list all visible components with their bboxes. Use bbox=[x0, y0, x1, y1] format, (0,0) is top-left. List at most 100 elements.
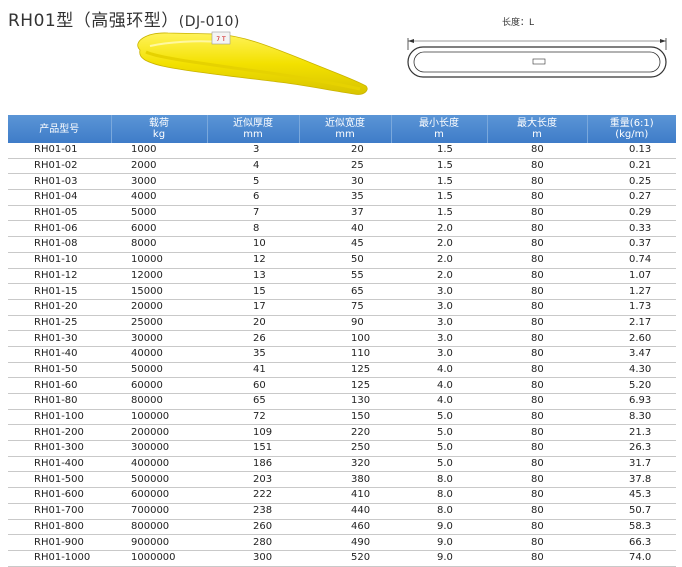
col-header-load: 载荷 kg bbox=[111, 115, 208, 143]
cell-thickness: 151 bbox=[207, 440, 299, 457]
cell-max-length: 80 bbox=[487, 268, 587, 285]
cell-load: 50000 bbox=[111, 362, 207, 379]
cell-min-length: 5.0 bbox=[391, 424, 487, 442]
cell-width: 30 bbox=[299, 173, 391, 191]
cell-min-length: 5.0 bbox=[391, 456, 487, 473]
cell-width: 520 bbox=[299, 550, 391, 567]
cell-thickness: 65 bbox=[207, 393, 299, 410]
cell-width: 220 bbox=[299, 424, 391, 442]
cell-thickness: 26 bbox=[207, 330, 299, 347]
cell-max-length: 80 bbox=[487, 471, 587, 489]
cell-min-length: 1.5 bbox=[391, 158, 487, 175]
cell-load: 80000 bbox=[111, 393, 207, 410]
cell-thickness: 35 bbox=[207, 346, 299, 363]
cell-load: 20000 bbox=[111, 299, 207, 316]
cell-min-length: 3.0 bbox=[391, 299, 487, 316]
cell-model: RH01-15 bbox=[8, 283, 111, 300]
cell-load: 200000 bbox=[111, 424, 207, 442]
cell-max-length: 80 bbox=[487, 205, 587, 222]
cell-width: 110 bbox=[299, 346, 391, 363]
cell-model: RH01-80 bbox=[8, 393, 111, 410]
cell-min-length: 2.0 bbox=[391, 268, 487, 285]
table-row: RH01-01 1000 3 20 1.5 80 0.13 bbox=[8, 143, 676, 159]
cell-min-length: 4.0 bbox=[391, 377, 487, 394]
cell-weight: 5.20 bbox=[587, 377, 676, 394]
cell-thickness: 7 bbox=[207, 205, 299, 222]
cell-weight: 37.8 bbox=[587, 471, 676, 489]
cell-thickness: 5 bbox=[207, 173, 299, 191]
table-row: RH01-15 15000 15 65 3.0 80 1.27 bbox=[8, 283, 676, 300]
cell-max-length: 80 bbox=[487, 377, 587, 394]
table-header-row: 产品型号 载荷 kg 近似厚度 mm 近似宽度 mm 最小长度 m 最大长度 m 重量(6… bbox=[8, 115, 676, 143]
cell-max-length: 80 bbox=[487, 503, 587, 520]
cell-max-length: 80 bbox=[487, 299, 587, 316]
cell-max-length: 80 bbox=[487, 330, 587, 347]
cell-max-length: 80 bbox=[487, 440, 587, 457]
cell-model: RH01-06 bbox=[8, 220, 111, 238]
table-row: RH01-20 20000 17 75 3.0 80 1.73 bbox=[8, 299, 676, 316]
cell-width: 40 bbox=[299, 220, 391, 238]
cell-load: 1000 bbox=[111, 143, 207, 159]
cell-min-length: 9.0 bbox=[391, 550, 487, 567]
cell-max-length: 80 bbox=[487, 236, 587, 253]
cell-weight: 3.47 bbox=[587, 346, 676, 363]
cell-max-length: 80 bbox=[487, 409, 587, 426]
col-header-model: 产品型号 bbox=[8, 115, 112, 143]
cell-model: RH01-30 bbox=[8, 330, 111, 347]
cell-thickness: 109 bbox=[207, 424, 299, 442]
cell-width: 65 bbox=[299, 283, 391, 300]
cell-weight: 58.3 bbox=[587, 519, 676, 536]
cell-weight: 50.7 bbox=[587, 503, 676, 520]
cell-load: 8000 bbox=[111, 236, 207, 253]
cell-thickness: 12 bbox=[207, 252, 299, 269]
cell-width: 100 bbox=[299, 330, 391, 347]
cell-max-length: 80 bbox=[487, 487, 587, 504]
cell-load: 6000 bbox=[111, 220, 207, 238]
cell-thickness: 4 bbox=[207, 158, 299, 175]
cell-thickness: 203 bbox=[207, 471, 299, 489]
cell-model: RH01-02 bbox=[8, 158, 111, 175]
table-row: RH01-800 800000 260 460 9.0 80 58.3 bbox=[8, 519, 676, 536]
cell-load: 300000 bbox=[111, 440, 207, 457]
cell-model: RH01-600 bbox=[8, 487, 111, 504]
cell-load: 600000 bbox=[111, 487, 207, 504]
sling-tag-text: 7 T bbox=[216, 36, 226, 43]
cell-max-length: 80 bbox=[487, 534, 587, 551]
cell-max-length: 80 bbox=[487, 158, 587, 175]
cell-load: 800000 bbox=[111, 519, 207, 536]
cell-min-length: 8.0 bbox=[391, 487, 487, 504]
table-row: RH01-25 25000 20 90 3.0 80 2.17 bbox=[8, 315, 676, 332]
cell-width: 130 bbox=[299, 393, 391, 410]
cell-load: 30000 bbox=[111, 330, 207, 347]
cell-weight: 4.30 bbox=[587, 362, 676, 379]
cell-model: RH01-60 bbox=[8, 377, 111, 394]
cell-model: RH01-40 bbox=[8, 346, 111, 363]
cell-weight: 31.7 bbox=[587, 456, 676, 473]
cell-width: 55 bbox=[299, 268, 391, 285]
cell-model: RH01-500 bbox=[8, 471, 111, 489]
cell-weight: 1.07 bbox=[587, 268, 676, 285]
cell-model: RH01-100 bbox=[8, 409, 111, 426]
cell-weight: 6.93 bbox=[587, 393, 676, 410]
table-row: RH01-12 12000 13 55 2.0 80 1.07 bbox=[8, 268, 676, 285]
cell-model: RH01-08 bbox=[8, 236, 111, 253]
cell-weight: 0.13 bbox=[587, 143, 676, 159]
cell-thickness: 13 bbox=[207, 268, 299, 285]
cell-width: 125 bbox=[299, 362, 391, 379]
cell-weight: 66.3 bbox=[587, 534, 676, 551]
table-row: RH01-700 700000 238 440 8.0 80 50.7 bbox=[8, 503, 676, 520]
cell-model: RH01-1000 bbox=[8, 550, 111, 567]
cell-width: 25 bbox=[299, 158, 391, 175]
cell-model: RH01-300 bbox=[8, 440, 111, 457]
table-row: RH01-100 100000 72 150 5.0 80 8.30 bbox=[8, 409, 676, 426]
length-diagram bbox=[407, 38, 667, 78]
cell-max-length: 80 bbox=[487, 456, 587, 473]
cell-thickness: 20 bbox=[207, 315, 299, 332]
cell-width: 75 bbox=[299, 299, 391, 316]
cell-load: 400000 bbox=[111, 456, 207, 473]
cell-weight: 1.27 bbox=[587, 283, 676, 300]
col-header-max-length: 最大长度 m bbox=[487, 115, 588, 143]
cell-max-length: 80 bbox=[487, 189, 587, 206]
cell-load: 900000 bbox=[111, 534, 207, 551]
cell-model: RH01-25 bbox=[8, 315, 111, 332]
